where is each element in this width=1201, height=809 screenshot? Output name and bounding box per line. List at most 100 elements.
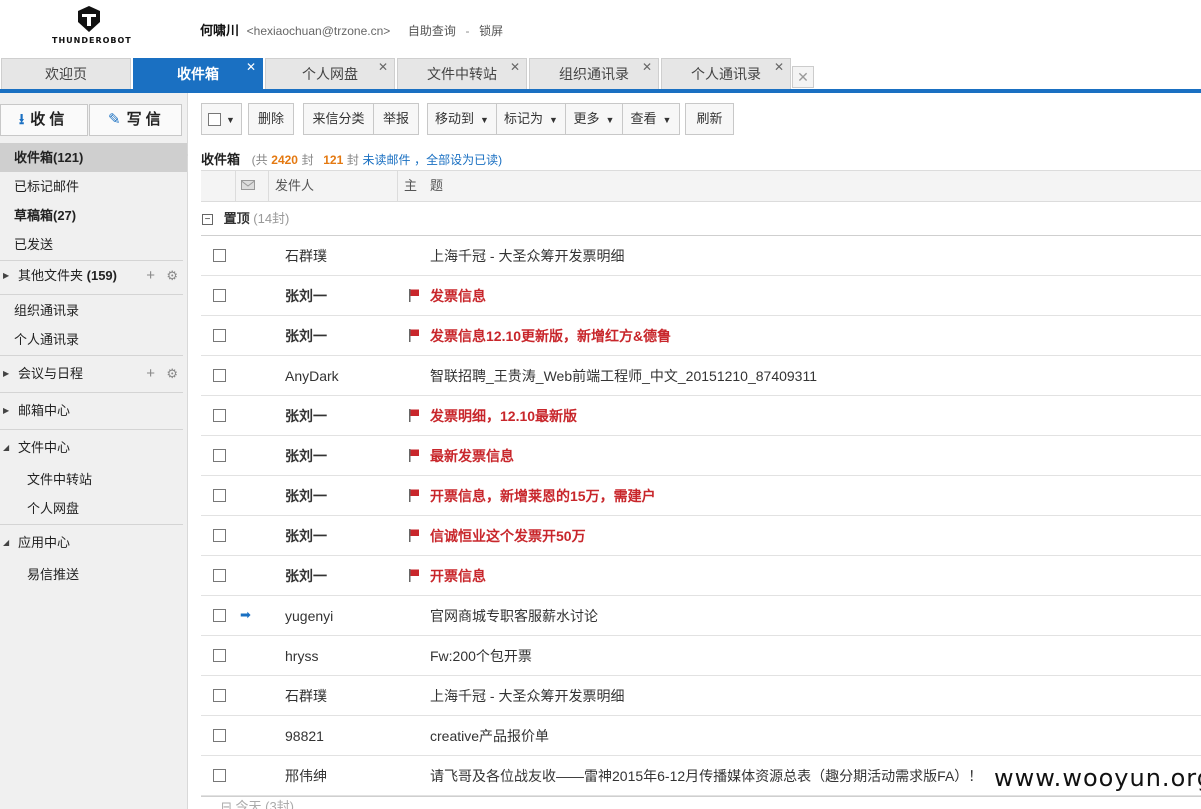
- sidebar-item-personal-disk[interactable]: 个人网盘: [0, 494, 187, 523]
- divider: [0, 355, 183, 356]
- sidebar-item-personal-contacts[interactable]: 个人通讯录: [0, 325, 187, 354]
- email-row[interactable]: 石群璞 上海千冠 - 大圣众筹开发票明细: [201, 676, 1201, 716]
- email-row[interactable]: 张刘一 发票明细，12.10最新版: [201, 396, 1201, 436]
- sidebar-item-drafts[interactable]: 草稿箱(27): [0, 201, 187, 230]
- write-button[interactable]: ✎ 写 信: [89, 104, 182, 136]
- caret-down-icon[interactable]: ◢: [3, 528, 9, 557]
- tab-welcome[interactable]: 欢迎页: [1, 58, 131, 89]
- caret-right-icon[interactable]: ▶: [3, 261, 9, 290]
- delete-button[interactable]: 删除: [248, 103, 294, 135]
- email-row[interactable]: 98821 creative产品报价单: [201, 716, 1201, 756]
- red-flag-icon[interactable]: [408, 289, 420, 302]
- pinned-group-row[interactable]: − 置顶 (14封): [201, 204, 1201, 236]
- email-subject: Fw:200个包开票: [430, 648, 532, 664]
- refresh-button[interactable]: 刷新: [685, 103, 734, 135]
- select-all-dropdown[interactable]: ▼: [201, 103, 242, 135]
- categorize-button[interactable]: 来信分类: [303, 103, 374, 135]
- row-checkbox[interactable]: [213, 289, 226, 302]
- email-row[interactable]: 张刘一 开票信息: [201, 556, 1201, 596]
- caret-right-icon[interactable]: ▶: [3, 359, 9, 388]
- email-sender: 石群璞: [285, 248, 327, 264]
- row-checkbox[interactable]: [213, 489, 226, 502]
- red-flag-icon[interactable]: [408, 329, 420, 342]
- column-header: 发件人 主 题: [201, 170, 1201, 202]
- red-flag-icon[interactable]: [408, 449, 420, 462]
- view-dropdown[interactable]: 查看 ▼: [622, 103, 680, 135]
- self-query-link[interactable]: 自助查询: [408, 24, 456, 38]
- row-checkbox[interactable]: [213, 689, 226, 702]
- email-subject: 上海千冠 - 大圣众筹开发票明细: [430, 688, 625, 704]
- plus-icon[interactable]: +: [146, 359, 155, 388]
- mark-all-read-link[interactable]: ，全部设为已读): [414, 153, 502, 167]
- row-checkbox[interactable]: [213, 369, 226, 382]
- more-dropdown[interactable]: 更多 ▼: [565, 103, 623, 135]
- close-icon[interactable]: ✕: [642, 52, 652, 82]
- row-checkbox[interactable]: [213, 729, 226, 742]
- select-all-checkbox[interactable]: [208, 113, 222, 127]
- close-icon[interactable]: ✕: [246, 52, 256, 82]
- email-row[interactable]: 张刘一 开票信息，新增莱恩的15万，需建户: [201, 476, 1201, 516]
- sidebar-item-mail-center[interactable]: ▶ 邮箱中心: [0, 396, 187, 425]
- sidebar-item-file-center[interactable]: ◢ 文件中心: [0, 433, 187, 462]
- gear-icon[interactable]: ⚙: [166, 359, 178, 388]
- caret-down-icon[interactable]: ◢: [3, 433, 9, 462]
- row-checkbox[interactable]: [213, 569, 226, 582]
- email-row[interactable]: hryss Fw:200个包开票: [201, 636, 1201, 676]
- tab-org-contacts[interactable]: 组织通讯录 ✕: [529, 58, 659, 89]
- subject-column-header[interactable]: 主 题: [404, 171, 443, 201]
- mark-as-dropdown[interactable]: 标记为 ▼: [496, 103, 566, 135]
- caret-right-icon[interactable]: ▶: [3, 396, 9, 425]
- logo-text: THUNDEROBOT: [52, 36, 132, 45]
- header-separator: -: [465, 24, 470, 38]
- collapse-icon[interactable]: −: [202, 214, 213, 226]
- move-to-dropdown[interactable]: 移动到 ▼: [427, 103, 497, 135]
- email-row[interactable]: AnyDark 智联招聘_王贵涛_Web前端工程师_中文_20151210_874…: [201, 356, 1201, 396]
- red-flag-icon[interactable]: [408, 489, 420, 502]
- plus-icon[interactable]: +: [146, 261, 155, 290]
- gear-icon[interactable]: ⚙: [166, 261, 178, 290]
- row-checkbox[interactable]: [213, 769, 226, 782]
- email-row[interactable]: ➡ yugenyi 官网商城专职客服薪水讨论: [201, 596, 1201, 636]
- row-checkbox[interactable]: [213, 609, 226, 622]
- next-group-row[interactable]: ⊟ 今天 (3封): [201, 796, 1201, 809]
- sidebar-item-meetings[interactable]: ▶ 会议与日程 + ⚙: [0, 359, 187, 388]
- tab-file-transfer[interactable]: 文件中转站 ✕: [397, 58, 527, 89]
- email-sender: AnyDark: [285, 368, 339, 384]
- row-checkbox[interactable]: [213, 449, 226, 462]
- tab-personal-disk[interactable]: 个人网盘 ✕: [265, 58, 395, 89]
- row-checkbox[interactable]: [213, 249, 226, 262]
- email-row[interactable]: 张刘一 发票信息: [201, 276, 1201, 316]
- close-all-tabs-icon[interactable]: ✕: [792, 66, 814, 88]
- sidebar-item-inbox[interactable]: 收件箱(121): [0, 143, 187, 172]
- tab-personal-contacts[interactable]: 个人通讯录 ✕: [661, 58, 791, 89]
- row-checkbox[interactable]: [213, 329, 226, 342]
- chevron-down-icon: ▼: [549, 115, 558, 125]
- row-checkbox[interactable]: [213, 529, 226, 542]
- sidebar-item-file-transfer[interactable]: 文件中转站: [0, 465, 187, 494]
- email-row[interactable]: 张刘一 最新发票信息: [201, 436, 1201, 476]
- unread-mail-link[interactable]: 未读邮件: [363, 153, 411, 167]
- sidebar-item-sent[interactable]: 已发送: [0, 230, 187, 259]
- email-row[interactable]: 张刘一 发票信息12.10更新版，新增红方&德鲁: [201, 316, 1201, 356]
- sidebar-item-org-contacts[interactable]: 组织通讯录: [0, 296, 187, 325]
- thunderobot-logo[interactable]: THUNDEROBOT: [52, 6, 132, 48]
- receive-button[interactable]: ⭳ 收 信: [0, 104, 88, 136]
- close-icon[interactable]: ✕: [774, 52, 784, 82]
- close-icon[interactable]: ✕: [510, 52, 520, 82]
- close-icon[interactable]: ✕: [378, 52, 388, 82]
- sidebar-item-flagged[interactable]: 已标记邮件: [0, 172, 187, 201]
- lock-screen-link[interactable]: 锁屏: [479, 24, 503, 38]
- sidebar-item-yixin-push[interactable]: 易信推送: [0, 560, 187, 589]
- email-row[interactable]: 石群璞 上海千冠 - 大圣众筹开发票明细: [201, 236, 1201, 276]
- red-flag-icon[interactable]: [408, 569, 420, 582]
- row-checkbox[interactable]: [213, 409, 226, 422]
- tab-inbox[interactable]: 收件箱 ✕: [133, 58, 263, 89]
- row-checkbox[interactable]: [213, 649, 226, 662]
- sidebar-item-app-center[interactable]: ◢ 应用中心: [0, 528, 187, 557]
- sidebar-item-other-folders[interactable]: ▶ 其他文件夹 (159) + ⚙: [0, 261, 187, 290]
- red-flag-icon[interactable]: [408, 409, 420, 422]
- red-flag-icon[interactable]: [408, 529, 420, 542]
- sender-column-header[interactable]: 发件人: [275, 171, 314, 201]
- report-button[interactable]: 举报: [373, 103, 419, 135]
- email-row[interactable]: 张刘一 信诚恒业这个发票开50万: [201, 516, 1201, 556]
